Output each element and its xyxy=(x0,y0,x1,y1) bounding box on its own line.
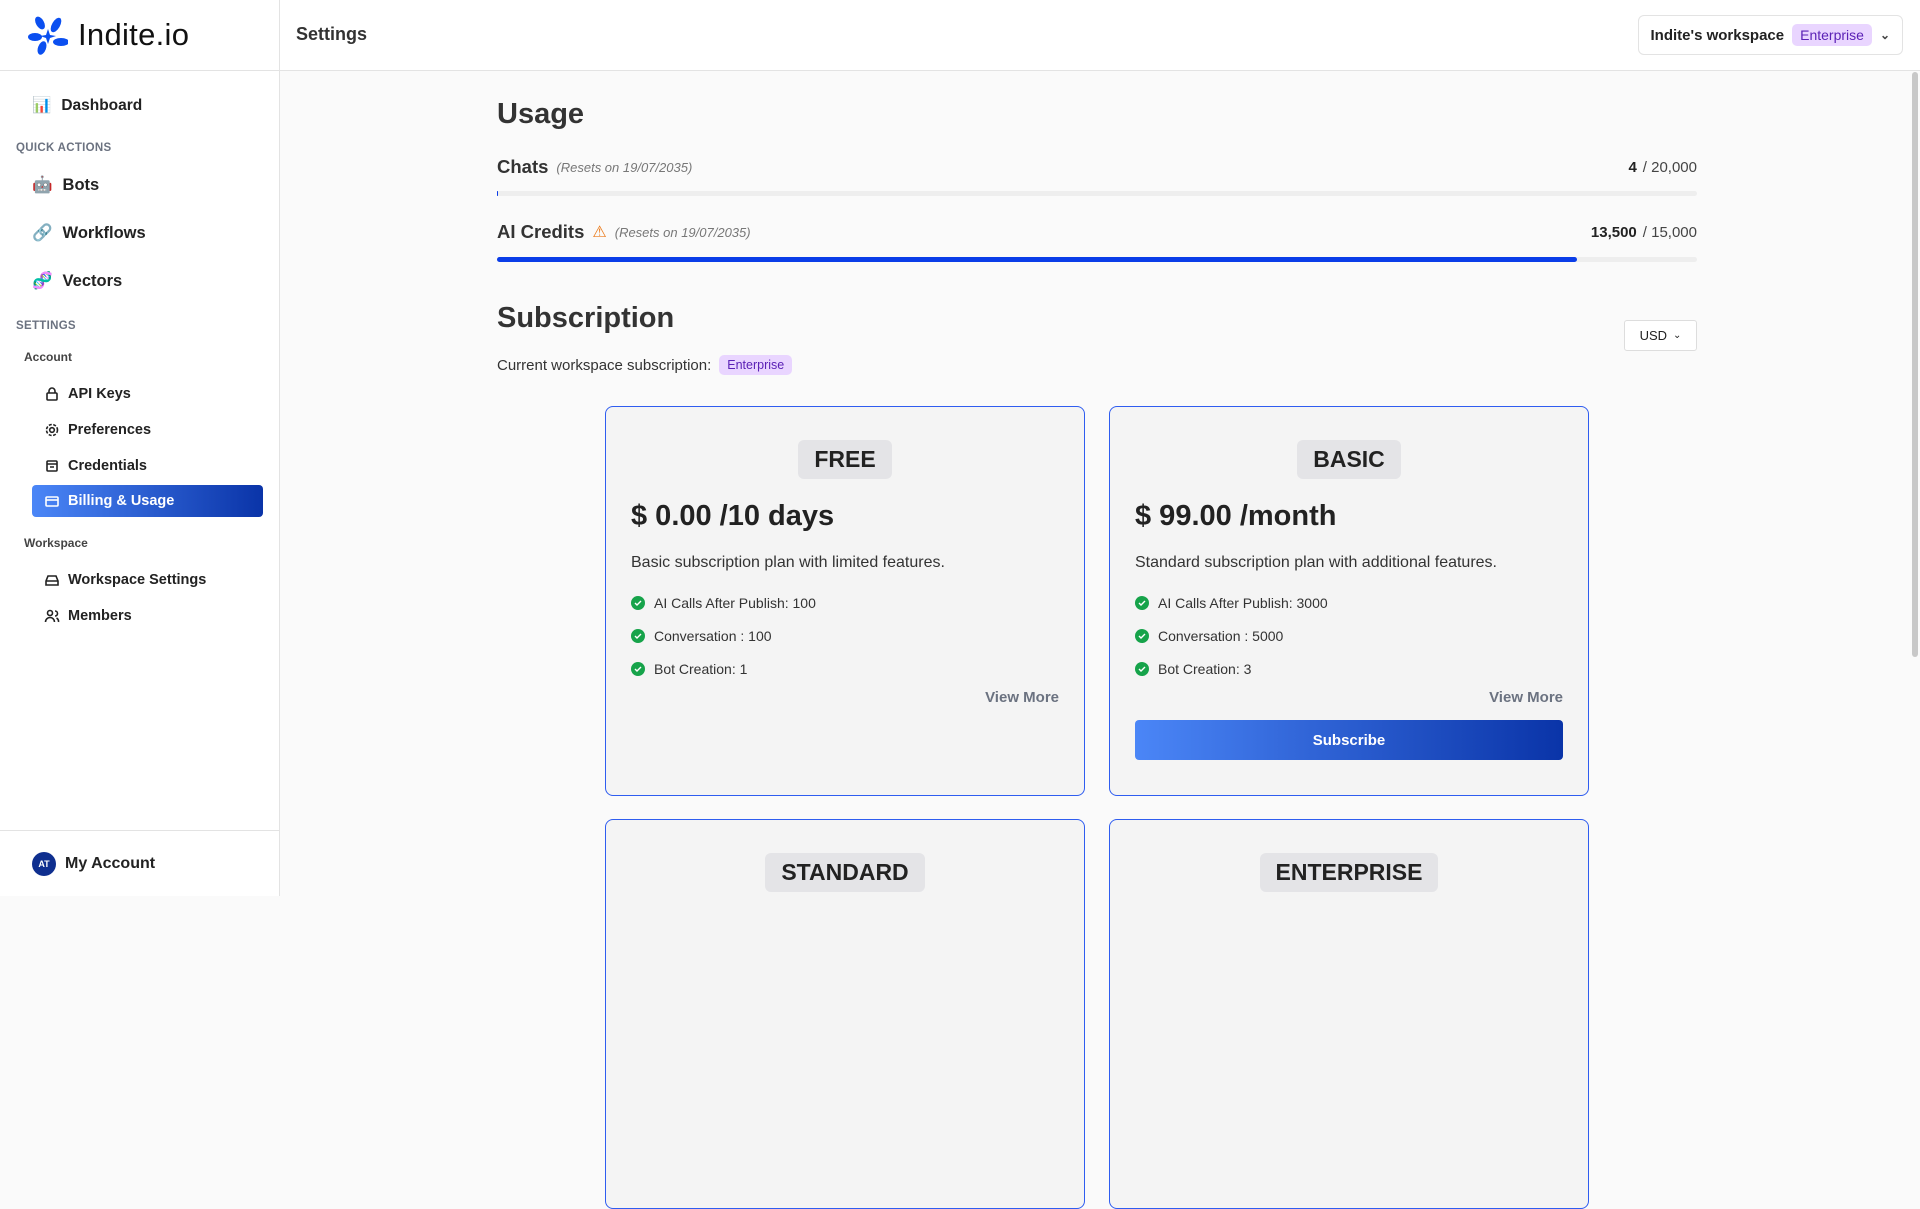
plan-name: BASIC xyxy=(1297,440,1401,479)
subscribe-button[interactable]: Subscribe xyxy=(1135,720,1563,760)
my-account-button[interactable]: AT My Account xyxy=(0,830,279,896)
plan-card-basic: BASIC $ 99.00 /month Standard subscripti… xyxy=(1109,406,1589,796)
plan-description: Standard subscription plan with addition… xyxy=(1135,554,1563,572)
warning-icon: ⚠ xyxy=(592,222,606,242)
settings-heading: SETTINGS xyxy=(16,320,76,332)
archive-icon xyxy=(44,458,60,474)
sidebar-item-preferences[interactable]: Preferences xyxy=(32,414,263,446)
view-more-link[interactable]: View More xyxy=(631,689,1059,706)
page-title: Settings xyxy=(296,24,367,45)
plan-price: $ 99.00 /month xyxy=(1135,500,1563,533)
plan-name: STANDARD xyxy=(765,853,924,892)
view-more-link[interactable]: View More xyxy=(1135,689,1563,706)
avatar: AT xyxy=(32,852,56,876)
chats-value: 4/ 20,000 xyxy=(1628,159,1697,176)
plan-name: ENTERPRISE xyxy=(1260,853,1439,892)
chats-reset: (Resets on 19/07/2035) xyxy=(556,160,692,175)
plan-name: FREE xyxy=(798,440,891,479)
check-circle-icon xyxy=(1135,662,1149,676)
chevron-down-icon: ⌄ xyxy=(1673,330,1681,341)
feature-item: Bot Creation: 1 xyxy=(631,652,1059,685)
usage-title: Usage xyxy=(497,98,584,131)
sidebar-item-bots[interactable]: 🤖Bots xyxy=(32,176,99,195)
brand-name: Indite.io xyxy=(78,17,189,53)
plan-badge: Enterprise xyxy=(1792,24,1872,46)
chats-label: Chats xyxy=(497,156,548,178)
sidebar-item-api-keys[interactable]: API Keys xyxy=(32,378,263,410)
currency-select[interactable]: USD⌄ xyxy=(1624,320,1697,351)
check-circle-icon xyxy=(631,629,645,643)
link-icon: 🔗 xyxy=(32,224,53,243)
dna-icon: 🧬 xyxy=(32,272,53,291)
current-subscription: Current workspace subscription: Enterpri… xyxy=(497,355,792,375)
chats-usage-row: Chats (Resets on 19/07/2035) 4/ 20,000 xyxy=(497,156,1697,178)
sidebar-item-workflows[interactable]: 🔗Workflows xyxy=(32,224,146,243)
drive-icon xyxy=(44,572,60,588)
check-circle-icon xyxy=(1135,629,1149,643)
credits-progress-fill xyxy=(497,257,1577,262)
feature-list: AI Calls After Publish: 100 Conversation… xyxy=(631,586,1059,685)
logo[interactable]: Indite.io xyxy=(0,0,279,71)
plan-card-enterprise: ENTERPRISE xyxy=(1109,819,1589,1209)
sidebar-item-billing-usage[interactable]: Billing & Usage xyxy=(32,485,263,517)
scrollbar[interactable] xyxy=(1912,72,1918,657)
lock-icon xyxy=(44,386,60,402)
workspace-heading: Workspace xyxy=(24,536,88,550)
subscription-title: Subscription xyxy=(497,302,674,335)
plan-card-free: FREE $ 0.00 /10 days Basic subscription … xyxy=(605,406,1085,796)
robot-icon: 🤖 xyxy=(32,176,53,195)
current-plan-badge: Enterprise xyxy=(719,355,792,375)
users-icon xyxy=(44,608,60,624)
credits-value: 13,500/ 15,000 xyxy=(1591,224,1697,241)
feature-list: AI Calls After Publish: 3000 Conversatio… xyxy=(1135,586,1563,685)
chevron-down-icon: ⌄ xyxy=(1880,28,1890,42)
sidebar-item-members[interactable]: Members xyxy=(32,600,263,632)
workspace-switcher[interactable]: Indite's workspace Enterprise ⌄ xyxy=(1638,15,1904,55)
plan-description: Basic subscription plan with limited fea… xyxy=(631,554,1059,572)
feature-item: AI Calls After Publish: 100 xyxy=(631,586,1059,619)
credits-reset: (Resets on 19/07/2035) xyxy=(615,225,751,240)
feature-item: AI Calls After Publish: 3000 xyxy=(1135,586,1563,619)
quick-actions-heading: QUICK ACTIONS xyxy=(16,142,111,154)
sidebar-item-credentials[interactable]: Credentials xyxy=(32,450,263,482)
gear-icon xyxy=(44,422,60,438)
chats-progress-bar xyxy=(497,191,1697,196)
plan-card-standard: STANDARD xyxy=(605,819,1085,1209)
workspace-name: Indite's workspace xyxy=(1651,27,1785,44)
credits-progress-bar xyxy=(497,257,1697,262)
check-circle-icon xyxy=(631,596,645,610)
sidebar-item-vectors[interactable]: 🧬Vectors xyxy=(32,272,122,291)
sidebar-item-dashboard[interactable]: 📊Dashboard xyxy=(32,96,142,115)
sidebar: Indite.io 📊Dashboard QUICK ACTIONS 🤖Bots… xyxy=(0,0,280,896)
indite-logo-icon xyxy=(28,15,68,55)
feature-item: Conversation : 5000 xyxy=(1135,619,1563,652)
bar-chart-icon: 📊 xyxy=(32,96,51,115)
credits-usage-row: AI Credits ⚠ (Resets on 19/07/2035) 13,5… xyxy=(497,221,1697,243)
credits-label: AI Credits xyxy=(497,221,584,243)
top-header: Settings Indite's workspace Enterprise ⌄ xyxy=(280,0,1920,71)
plan-price: $ 0.00 /10 days xyxy=(631,500,1059,533)
check-circle-icon xyxy=(1135,596,1149,610)
feature-item: Bot Creation: 3 xyxy=(1135,652,1563,685)
billing-main: Usage Chats (Resets on 19/07/2035) 4/ 20… xyxy=(497,96,1697,896)
credit-card-icon xyxy=(44,493,60,509)
feature-item: Conversation : 100 xyxy=(631,619,1059,652)
account-heading: Account xyxy=(24,350,72,364)
sidebar-item-workspace-settings[interactable]: Workspace Settings xyxy=(32,564,263,596)
my-account-label: My Account xyxy=(65,855,155,873)
check-circle-icon xyxy=(631,662,645,676)
